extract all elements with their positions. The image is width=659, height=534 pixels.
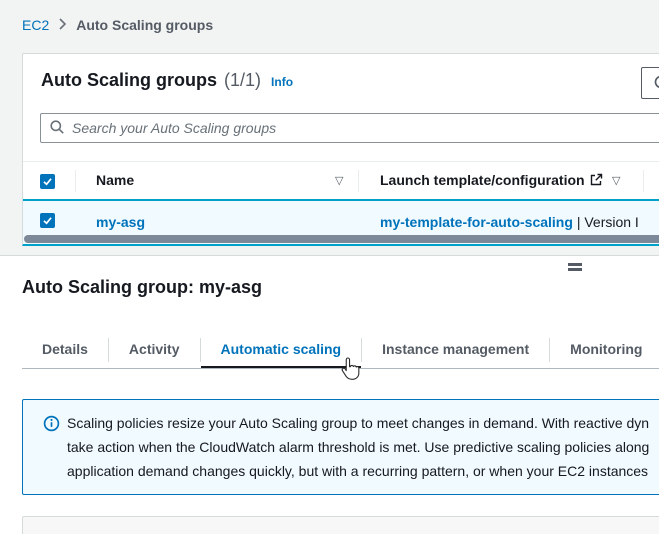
external-link-icon[interactable] xyxy=(589,173,603,190)
tab-automatic-scaling[interactable]: Automatic scaling xyxy=(201,331,362,369)
refresh-icon xyxy=(653,74,659,93)
tab-bar: Details Activity Automatic scaling Insta… xyxy=(22,331,659,369)
tab-instance-management[interactable]: Instance management xyxy=(362,331,549,369)
info-icon xyxy=(43,415,60,435)
asg-name-link[interactable]: my-asg xyxy=(96,214,145,230)
panel-header: Auto Scaling groups (1/1) Info xyxy=(41,70,293,91)
row-checkbox[interactable] xyxy=(40,213,55,228)
refresh-button[interactable] xyxy=(641,67,659,99)
select-all-checkbox[interactable] xyxy=(40,174,55,189)
panel-title: Auto Scaling groups xyxy=(41,70,217,91)
split-panel: Auto Scaling group: my-asg Details Activ… xyxy=(0,255,659,534)
asg-list-panel: Auto Scaling groups (1/1) Info xyxy=(22,53,659,246)
column-divider xyxy=(358,170,359,192)
split-panel-drag-handle[interactable] xyxy=(568,263,582,273)
split-panel-title: Auto Scaling group: my-asg xyxy=(22,277,262,298)
breadcrumb: EC2 Auto Scaling groups xyxy=(22,15,213,35)
launch-template-link[interactable]: my-template-for-auto-scaling xyxy=(380,214,573,230)
tab-details[interactable]: Details xyxy=(22,331,108,369)
banner-text: Scaling policies resize your Auto Scalin… xyxy=(67,411,659,483)
column-divider xyxy=(643,170,644,192)
chevron-right-icon xyxy=(58,17,67,34)
breadcrumb-current: Auto Scaling groups xyxy=(76,17,213,33)
info-banner: Scaling policies resize your Auto Scalin… xyxy=(22,399,659,495)
search-box xyxy=(40,113,659,143)
search-icon xyxy=(49,119,65,138)
horizontal-scrollbar[interactable] xyxy=(24,235,659,243)
tab-activity[interactable]: Activity xyxy=(109,331,200,369)
table-header-row: Name ▽ Launch template/configuration ▽ xyxy=(23,161,659,199)
column-header-name: Name xyxy=(96,172,134,188)
breadcrumb-ec2-link[interactable]: EC2 xyxy=(22,17,49,33)
search-input[interactable] xyxy=(72,120,659,136)
column-divider xyxy=(75,170,76,192)
sort-icon-name[interactable]: ▽ xyxy=(335,174,343,187)
panel-count: (1/1) xyxy=(224,70,261,91)
launch-template-version: | Version I xyxy=(577,214,639,230)
sort-icon-launch-template[interactable]: ▽ xyxy=(612,174,620,187)
tab-bar-rule xyxy=(22,368,659,369)
scaling-policies-container xyxy=(22,516,659,534)
info-link[interactable]: Info xyxy=(271,75,293,89)
ec2-console-screen: EC2 Auto Scaling groups Auto Scaling gro… xyxy=(0,0,659,534)
tab-monitoring[interactable]: Monitoring xyxy=(550,331,659,369)
column-header-launch-template: Launch template/configuration xyxy=(380,172,585,188)
